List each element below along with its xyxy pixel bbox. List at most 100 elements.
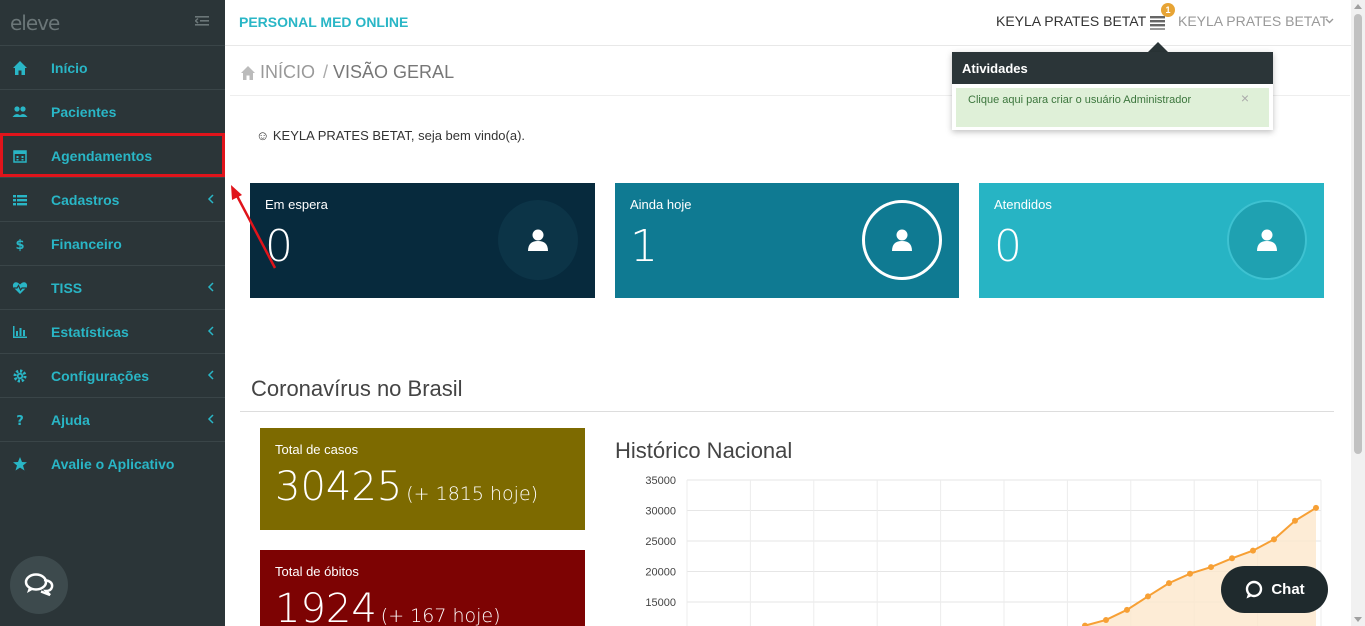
scroll-down-icon[interactable]: [1354, 617, 1362, 622]
data-point[interactable]: [1271, 536, 1277, 543]
stat-label: Atendidos: [994, 197, 1052, 212]
user-menu[interactable]: KEYLA PRATES BETAT: [1178, 13, 1328, 29]
calendar-icon: [0, 148, 40, 164]
bar-chart-icon: [0, 324, 40, 340]
section-title: Coronavírus no Brasil: [251, 376, 463, 401]
chat-label: Chat: [1271, 581, 1305, 598]
chat-button[interactable]: Chat: [1221, 566, 1328, 613]
deaths-label: Total de óbitos: [275, 564, 359, 579]
chat-bubbles-icon: [24, 573, 54, 597]
data-point[interactable]: [1313, 504, 1319, 511]
popup-title: Atividades: [952, 52, 1273, 84]
sidebar-item-estatisticas[interactable]: Estatísticas: [0, 309, 225, 353]
y-tick-label: 25000: [645, 536, 676, 548]
deaths-delta: (+ 167 hoje): [380, 605, 501, 626]
data-point[interactable]: [1229, 555, 1235, 562]
chart-title: Histórico Nacional: [615, 438, 793, 463]
data-point[interactable]: [1103, 616, 1109, 623]
popup-arrow: [1148, 42, 1168, 52]
sidebar-item-label: Agendamentos: [51, 147, 153, 164]
topbar: PERSONAL MED ONLINE KEYLA PRATES BETAT 1…: [225, 0, 1351, 46]
user-icon: [862, 200, 942, 280]
data-point[interactable]: [1187, 570, 1193, 577]
deaths-value-row: 1924 (+ 167 hoje): [275, 586, 501, 626]
cases-value: 30425: [275, 464, 403, 510]
sidebar-item-financeiro[interactable]: $ Financeiro: [0, 221, 225, 265]
data-point[interactable]: [1082, 622, 1088, 626]
data-point[interactable]: [1250, 547, 1256, 554]
data-point[interactable]: [1292, 517, 1298, 524]
home-icon: [0, 60, 40, 76]
sidebar-item-label: Cadastros: [51, 191, 120, 208]
sidebar-item-avalie[interactable]: Avalie o Aplicativo: [0, 441, 225, 485]
sidebar-item-cadastros[interactable]: Cadastros: [0, 177, 225, 221]
sidebar-item-label: Financeiro: [51, 235, 122, 252]
breadcrumb-home[interactable]: INÍCIO: [260, 62, 315, 83]
data-point[interactable]: [1166, 580, 1172, 587]
stat-value: 0: [265, 221, 293, 272]
sidebar-item-ajuda[interactable]: ? Ajuda: [0, 397, 225, 441]
svg-text:?: ?: [16, 414, 24, 428]
sidebar-item-label: Ajuda: [51, 411, 90, 428]
sidebar-item-label: Configurações: [51, 367, 150, 384]
question-icon: ?: [0, 412, 40, 428]
cases-delta: (+ 1815 hoje): [406, 483, 539, 505]
stat-value: 1: [630, 221, 658, 272]
popup-message[interactable]: Clique aqui para criar o usuário Adminis…: [956, 88, 1269, 127]
welcome-message: ☺ KEYLA PRATES BETAT, seja bem vindo(a).: [256, 128, 526, 143]
scrollbar[interactable]: [1351, 0, 1365, 626]
sidebar-nav: Início Pacientes Agendamentos Cadastros …: [0, 45, 225, 485]
users-icon: [0, 104, 40, 120]
stat-label: Ainda hoje: [630, 197, 692, 212]
sidebar-item-pacientes[interactable]: Pacientes: [0, 89, 225, 133]
y-tick-label: 35000: [645, 475, 676, 487]
data-point[interactable]: [1208, 564, 1214, 571]
sidebar-item-inicio[interactable]: Início: [0, 45, 225, 89]
y-tick-label: 20000: [645, 567, 676, 579]
list-icon: [0, 192, 40, 208]
chevron-left-icon: [207, 370, 214, 380]
stat-card-ainda-hoje[interactable]: Ainda hoje 1: [615, 183, 959, 298]
dollar-icon: $: [0, 236, 40, 252]
stat-value: 0: [994, 221, 1022, 272]
sidebar: eleve Início Pacientes Agendamentos Cada…: [0, 0, 225, 626]
sidebar-item-tiss[interactable]: TISS: [0, 265, 225, 309]
chevron-left-icon: [207, 326, 214, 336]
collapse-sidebar-icon[interactable]: [195, 13, 211, 29]
chat-icon: [1246, 580, 1263, 598]
stat-card-em-espera[interactable]: Em espera 0: [250, 183, 595, 298]
close-icon[interactable]: ×: [1241, 90, 1249, 107]
home-icon: [241, 65, 255, 80]
cases-label: Total de casos: [275, 442, 359, 457]
total-deaths-card: Total de óbitos 1924 (+ 167 hoje): [260, 550, 585, 626]
scroll-thumb[interactable]: [1354, 14, 1362, 454]
chevron-left-icon: [207, 282, 214, 292]
notification-badge: 1: [1161, 3, 1175, 17]
chevron-left-icon: [207, 414, 214, 424]
sidebar-item-label: Início: [51, 59, 88, 76]
stat-label: Em espera: [265, 197, 328, 212]
user-icon: [498, 200, 578, 280]
sidebar-item-label: TISS: [51, 279, 83, 296]
sidebar-item-configuracoes[interactable]: Configurações: [0, 353, 225, 397]
star-icon: [0, 456, 40, 472]
scroll-up-icon[interactable]: [1354, 4, 1362, 9]
brand: eleve: [0, 0, 225, 45]
sidebar-item-label: Estatísticas: [51, 323, 129, 340]
cases-value-row: 30425 (+ 1815 hoje): [275, 464, 538, 510]
app-title[interactable]: PERSONAL MED ONLINE: [239, 14, 408, 30]
breadcrumb-separator: /: [323, 62, 329, 82]
sidebar-item-label: Avalie o Aplicativo: [51, 455, 175, 472]
popup-message-text: Clique aqui para criar o usuário Adminis…: [968, 94, 1192, 106]
breadcrumb: INÍCIO / VISÃO GERAL: [240, 62, 454, 83]
support-chat-button[interactable]: [10, 556, 68, 614]
heartbeat-icon: [0, 280, 40, 296]
divider: [240, 411, 1334, 412]
chevron-down-icon[interactable]: [1325, 16, 1334, 25]
user-name: KEYLA PRATES BETAT: [996, 13, 1147, 29]
data-point[interactable]: [1124, 606, 1130, 613]
deaths-value: 1924: [275, 586, 377, 626]
sidebar-item-agendamentos[interactable]: Agendamentos: [0, 133, 225, 177]
data-point[interactable]: [1145, 593, 1151, 600]
stat-card-atendidos[interactable]: Atendidos 0: [979, 183, 1324, 298]
